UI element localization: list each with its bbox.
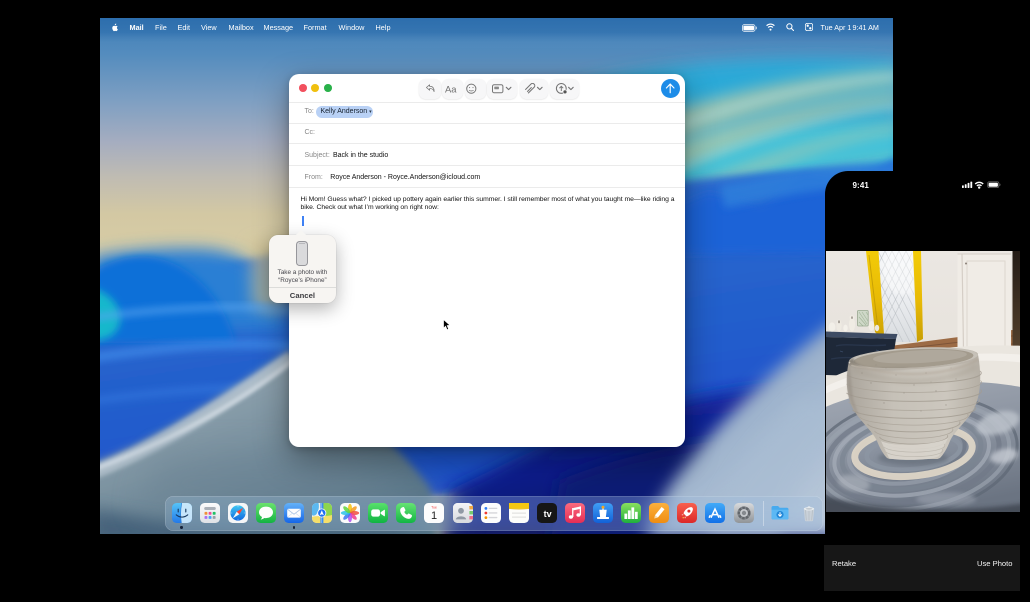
svg-text:Tue: Tue: [432, 505, 438, 509]
svg-text:tv: tv: [543, 509, 551, 519]
svg-text:Aa: Aa: [445, 83, 457, 94]
svg-text:1: 1: [431, 510, 437, 522]
